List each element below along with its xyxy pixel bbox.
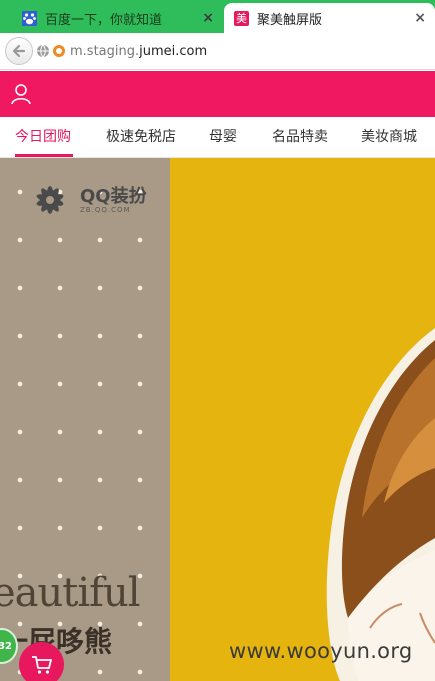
nav-item-beauty-mall[interactable]: 美妆商城	[361, 117, 417, 157]
cart-button[interactable]	[19, 642, 64, 681]
user-icon[interactable]	[10, 83, 32, 105]
active-tab-indicator	[15, 154, 73, 157]
watermark-text: www.wooyun.org	[229, 639, 413, 663]
site-info-icon	[53, 45, 65, 57]
nav-item-today-deals[interactable]: 今日团购	[15, 117, 71, 157]
site-header	[0, 71, 435, 117]
url-domain: jumei.com	[139, 43, 208, 59]
tab-title: 百度一下，你就知道	[45, 12, 163, 28]
close-icon[interactable]: ×	[414, 10, 426, 26]
qq-logo: QQ装扮 ZB.QQ.COM	[28, 176, 158, 226]
back-button[interactable]	[5, 37, 33, 65]
cart-icon	[31, 655, 52, 674]
url-field[interactable]: m.staging.jumei.com	[36, 38, 435, 64]
browser-tab-strip: 百度一下，你就知道 × 美 聚美触屏版 ×	[0, 0, 435, 33]
close-icon[interactable]: ×	[202, 10, 214, 26]
qq-logo-subtext: ZB.QQ.COM	[80, 206, 131, 214]
tab-jumei[interactable]: 美 聚美触屏版 ×	[224, 3, 435, 33]
qq-logo-text: QQ装扮	[80, 186, 147, 207]
count-badge-value: 32	[0, 640, 12, 652]
nav-item-duty-free[interactable]: 极速免税店	[106, 117, 176, 157]
nav-item-mother-baby[interactable]: 母婴	[209, 117, 237, 157]
flower-icon	[36, 186, 64, 214]
back-arrow-icon	[12, 44, 26, 58]
cartoon-bear-illustration	[170, 158, 435, 681]
address-bar: m.staging.jumei.com	[0, 33, 435, 70]
banner-left-panel: QQ装扮 ZB.QQ.COM eautiful 一屁哆熊	[0, 158, 170, 681]
jumei-icon: 美	[234, 10, 249, 26]
url-prefix: m.staging.	[70, 43, 140, 59]
tab-baidu[interactable]: 百度一下，你就知道 ×	[0, 3, 224, 33]
category-nav: 今日团购 极速免税店 母婴 名品特卖 美妆商城	[0, 117, 435, 158]
promo-banner[interactable]: QQ装扮 ZB.QQ.COM eautiful 一屁哆熊 www.wooyun.…	[0, 158, 435, 681]
tab-title: 聚美触屏版	[257, 12, 323, 28]
banner-beautiful-text: eautiful	[0, 570, 141, 616]
baidu-paw-icon	[22, 10, 37, 26]
url-text: m.staging.jumei.com	[70, 44, 207, 59]
jumei-icon-glyph: 美	[236, 12, 247, 25]
nav-item-brand-sale[interactable]: 名品特卖	[272, 117, 328, 157]
globe-icon	[37, 44, 49, 58]
